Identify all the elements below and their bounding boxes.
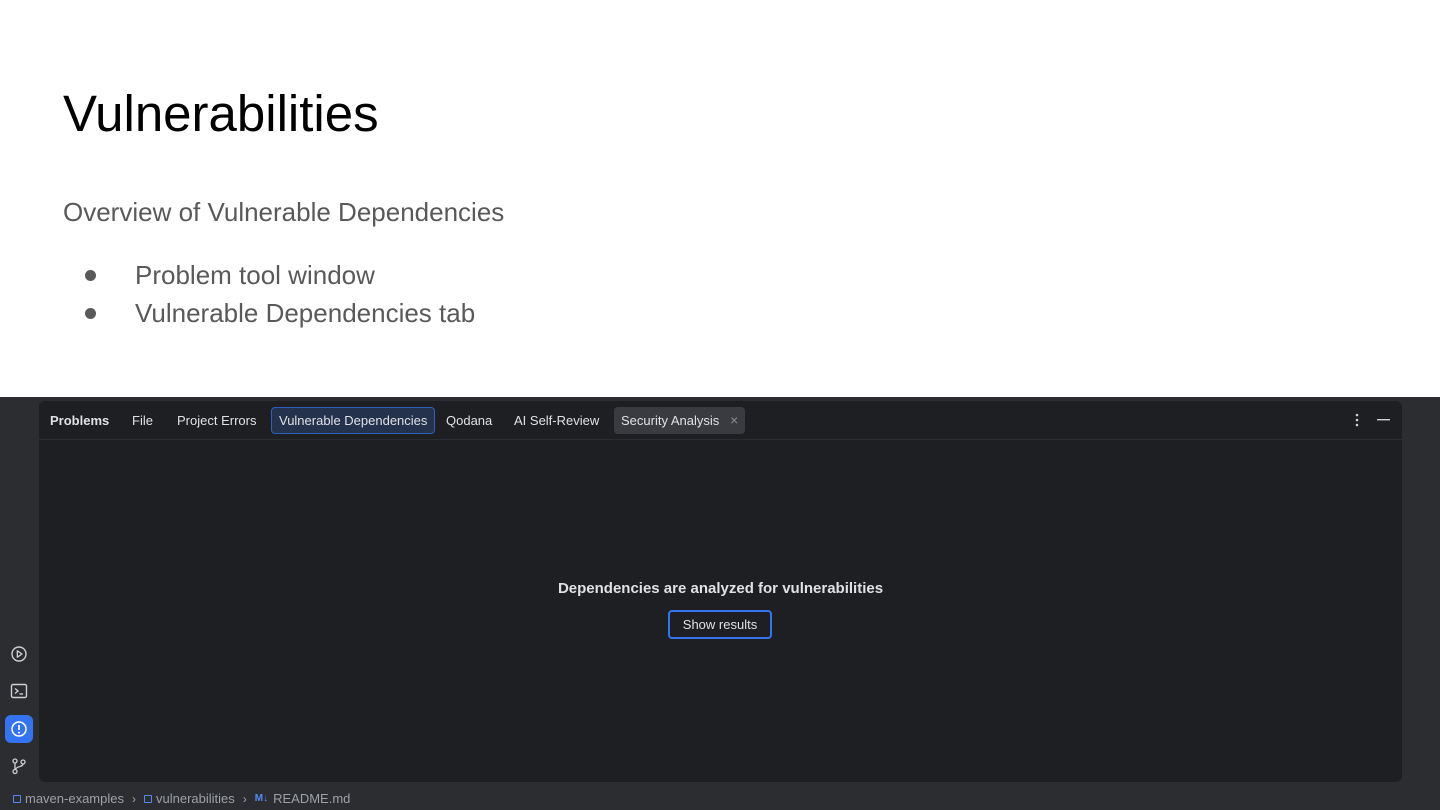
tool-window-stripe (0, 397, 38, 787)
tab-security-analysis-label: Security Analysis (621, 413, 720, 428)
empty-state-message: Dependencies are analyzed for vulnerabil… (557, 580, 884, 597)
tab-ai-self-review[interactable]: AI Self-Review (507, 407, 606, 434)
bullet-text: Vulnerable Dependencies tab (135, 298, 476, 328)
breadcrumb-maven-examples[interactable]: maven-examples (13, 791, 124, 806)
breadcrumb-label: vulnerabilities (156, 791, 235, 806)
tab-vulnerable-dependencies[interactable]: Vulnerable Dependencies (271, 407, 436, 434)
ide-screenshot: Problems File Project Errors Vulnerable … (0, 397, 1440, 810)
bullet-dot-icon (85, 308, 96, 319)
module-icon (13, 794, 21, 803)
breadcrumb-vulnerabilities[interactable]: vulnerabilities (144, 791, 235, 806)
status-bar: maven-examples › vulnerabilities › M↓ RE… (0, 787, 1440, 810)
git-branch-icon[interactable] (5, 752, 33, 780)
minimize-icon[interactable] (1376, 410, 1390, 430)
close-icon[interactable]: × (730, 407, 738, 434)
more-options-icon[interactable] (1350, 410, 1364, 430)
breadcrumb-label: maven-examples (25, 791, 124, 806)
terminal-icon[interactable] (5, 677, 33, 705)
tool-window-tabbar: Problems File Project Errors Vulnerable … (39, 401, 1402, 440)
tab-security-analysis[interactable]: Security Analysis × (614, 407, 746, 434)
chevron-right-icon: › (132, 791, 136, 806)
slide-subtitle: Overview of Vulnerable Dependencies (63, 197, 505, 227)
tool-window-title: Problems (50, 413, 110, 428)
chevron-right-icon: › (242, 791, 247, 806)
problems-icon[interactable] (5, 715, 33, 743)
tab-qodana[interactable]: Qodana (439, 407, 499, 434)
slide-title: Vulnerabilities (63, 85, 379, 142)
breadcrumb-label: README.md (273, 791, 351, 806)
bullet-text: Problem tool window (135, 260, 375, 290)
tab-file[interactable]: File (125, 407, 160, 434)
breadcrumb-readme[interactable]: M↓ README.md (255, 791, 351, 806)
show-results-button[interactable]: Show results (668, 610, 772, 639)
tool-window-actions (1350, 410, 1390, 430)
problems-tool-window: Problems File Project Errors Vulnerable … (39, 401, 1402, 782)
bullet-dot-icon (85, 270, 96, 281)
tab-project-errors[interactable]: Project Errors (170, 407, 263, 434)
run-icon[interactable] (5, 640, 33, 668)
module-icon (144, 794, 152, 803)
markdown-icon: M↓ (254, 793, 269, 804)
